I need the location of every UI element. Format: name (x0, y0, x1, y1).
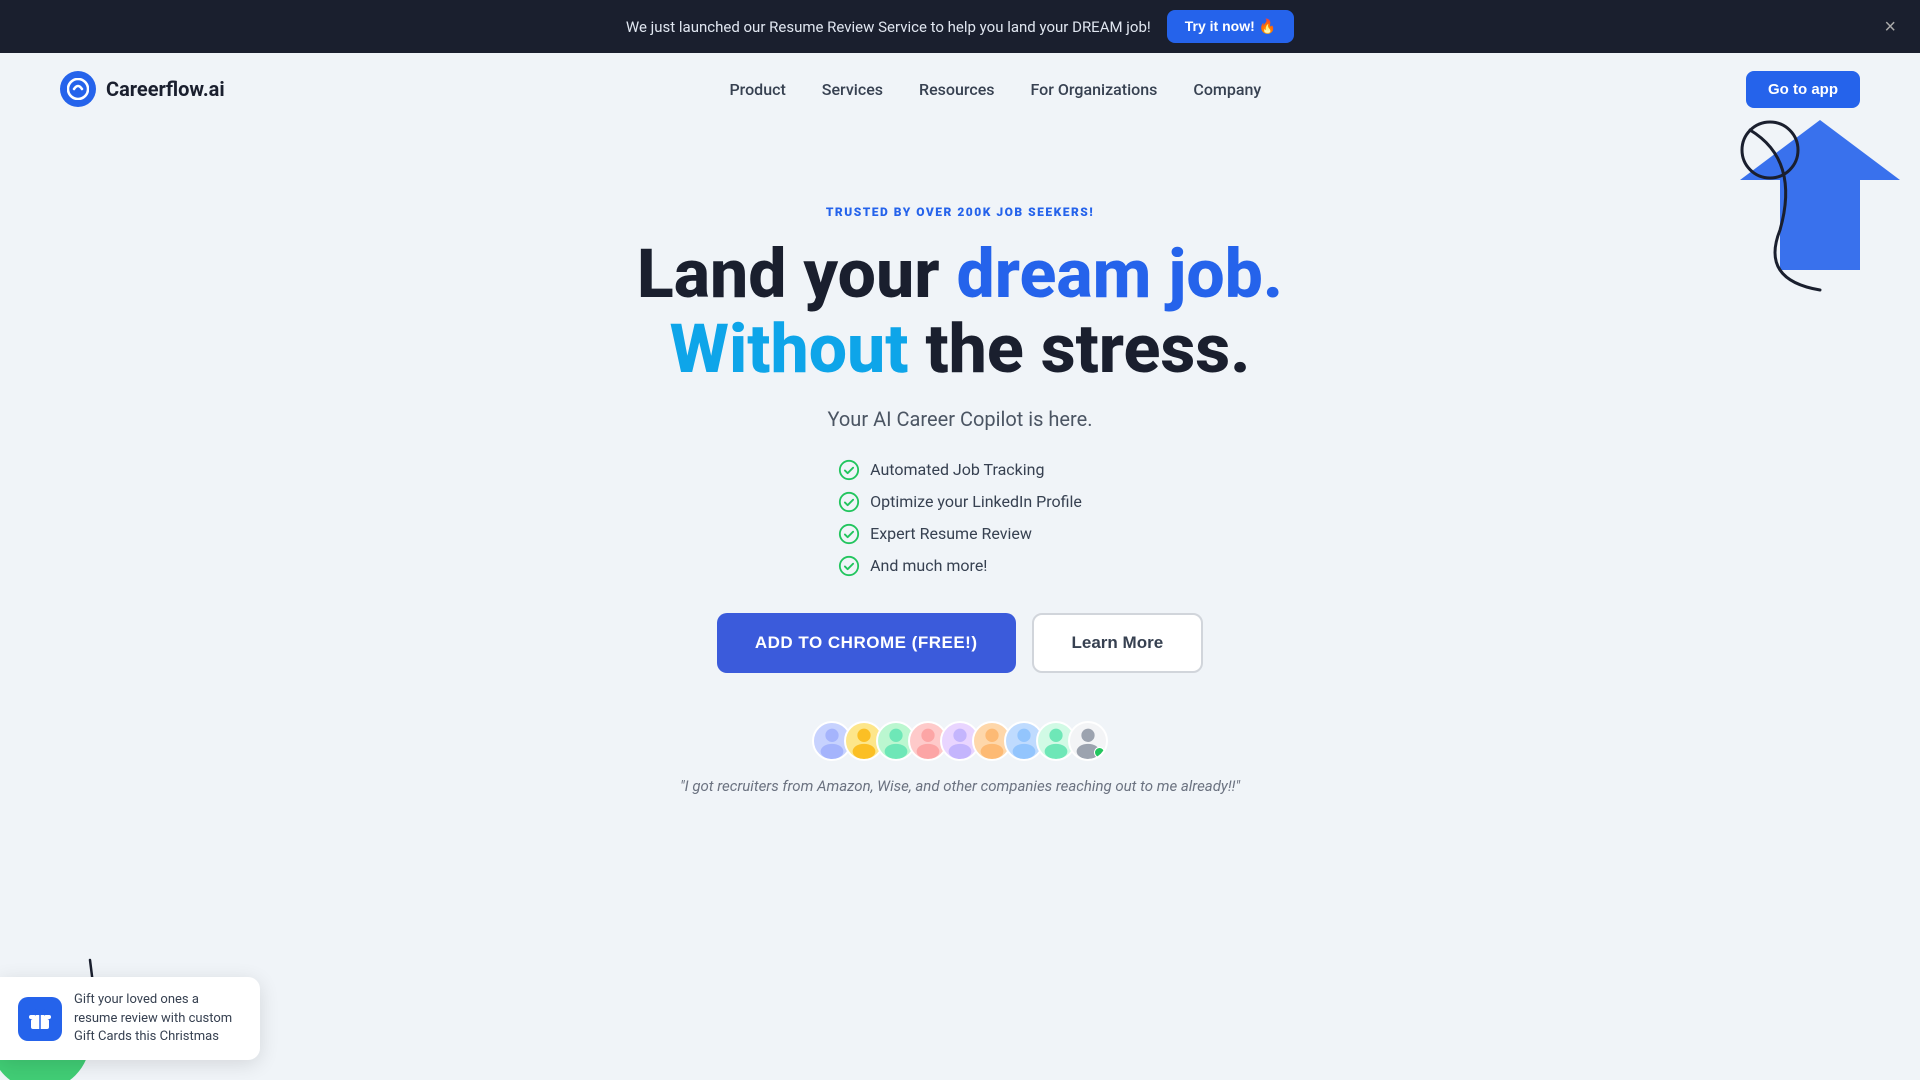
feature-item-2: Optimize your LinkedIn Profile (838, 491, 1082, 513)
hero-title-normal2: the stress. (909, 309, 1251, 389)
feature-item-3: Expert Resume Review (838, 523, 1032, 545)
trusted-highlight: 200K (957, 205, 992, 219)
hero-title-line2: Without the stress. (670, 309, 1251, 389)
feature-text-2: Optimize your LinkedIn Profile (870, 492, 1082, 511)
banner-close-button[interactable]: × (1884, 17, 1896, 37)
logo-link[interactable]: Careerflow.ai (60, 71, 225, 107)
gift-popup-icon (18, 997, 62, 1041)
trusted-badge: TRUSTED BY OVER 200K JOB SEEKERS! (826, 205, 1094, 219)
hero-title-teal: Without (670, 309, 909, 389)
hero-title-line1: Land your dream job. (637, 234, 1283, 314)
announcement-banner: We just launched our Resume Review Servi… (0, 0, 1920, 53)
learn-more-button[interactable]: Learn More (1032, 613, 1204, 673)
hero-subtitle: Your AI Career Copilot is here. (828, 407, 1093, 431)
navbar: Careerflow.ai Product Services Resources… (0, 53, 1920, 125)
testimonial-text: "I got recruiters from Amazon, Wise, and… (680, 777, 1240, 795)
nav-item-product[interactable]: Product (729, 80, 785, 99)
nav-item-services[interactable]: Services (822, 80, 883, 99)
trusted-prefix: TRUSTED BY OVER (826, 205, 958, 219)
hero-title: Land your dream job. Without the stress. (637, 237, 1283, 387)
check-icon-3 (838, 523, 860, 545)
check-icon-2 (838, 491, 860, 513)
logo-text: Careerflow.ai (106, 77, 225, 101)
check-icon-4 (838, 555, 860, 577)
hero-section: TRUSTED BY OVER 200K JOB SEEKERS! Land y… (0, 125, 1920, 835)
check-icon-1 (838, 459, 860, 481)
avatars-row (812, 721, 1108, 761)
feature-text-1: Automated Job Tracking (870, 460, 1044, 479)
feature-text-4: And much more! (870, 556, 987, 575)
hero-title-blue: dream job. (957, 234, 1284, 314)
hero-buttons: ADD TO CHROME (FREE!) Learn More (717, 613, 1203, 673)
go-to-app-button[interactable]: Go to app (1746, 71, 1860, 108)
nav-item-for-organizations[interactable]: For Organizations (1031, 80, 1158, 99)
feature-list: Automated Job Tracking Optimize your Lin… (838, 459, 1082, 577)
nav-item-company[interactable]: Company (1193, 80, 1261, 99)
feature-item-1: Automated Job Tracking (838, 459, 1044, 481)
trusted-suffix: JOB SEEKERS! (992, 205, 1094, 219)
add-to-chrome-button[interactable]: ADD TO CHROME (FREE!) (717, 613, 1016, 673)
banner-cta-button[interactable]: Try it now! 🔥 (1167, 10, 1294, 43)
gift-popup-text: Gift your loved ones a resume review wit… (74, 991, 242, 1046)
logo-icon (60, 71, 96, 107)
gift-card-popup[interactable]: Gift your loved ones a resume review wit… (0, 977, 260, 1060)
feature-text-3: Expert Resume Review (870, 524, 1032, 543)
feature-item-4: And much more! (838, 555, 987, 577)
banner-text: We just launched our Resume Review Servi… (626, 18, 1151, 36)
nav-item-resources[interactable]: Resources (919, 80, 995, 99)
nav-links: Product Services Resources For Organizat… (285, 80, 1706, 99)
avatar-9 (1068, 721, 1108, 761)
hero-title-normal1: Land your (637, 234, 957, 314)
